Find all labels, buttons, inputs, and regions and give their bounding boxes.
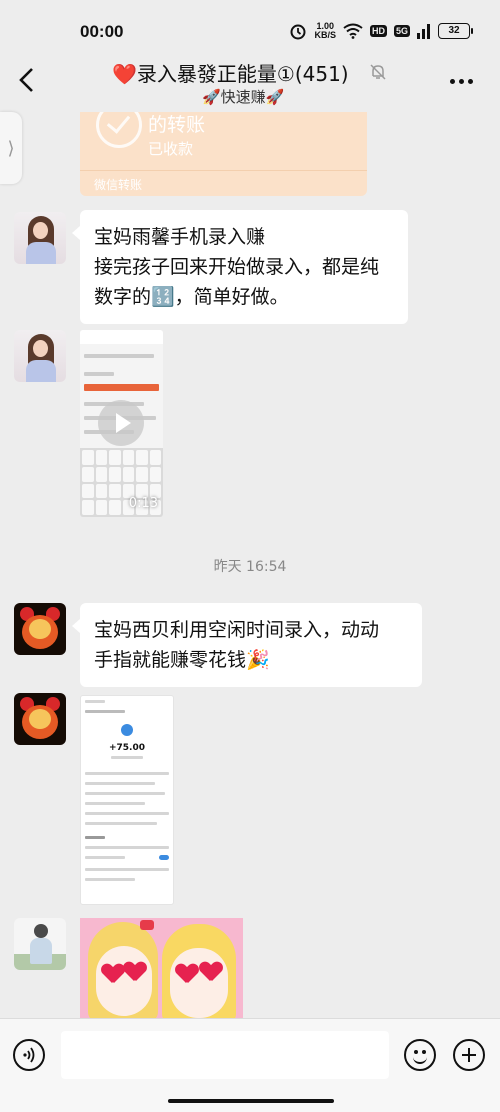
chat-title: ❤️录入暴發正能量①(451) xyxy=(112,62,349,86)
play-icon[interactable] xyxy=(98,400,144,446)
battery-icon: 32 xyxy=(438,23,473,39)
transfer-title: 的转账 xyxy=(148,114,206,136)
transfer-footer: 微信转账 xyxy=(94,178,143,192)
wifi-icon xyxy=(343,23,363,39)
message-line: 接完孩子回来开始做录入，都是纯 xyxy=(94,256,380,278)
back-icon[interactable] xyxy=(16,66,38,94)
message-bubble[interactable]: 宝妈雨馨手机录入赚 接完孩子回来开始做录入，都是纯 数字的🔢，简单好做。 xyxy=(72,210,408,324)
signal-icon xyxy=(417,24,430,39)
message-bubble[interactable]: 宝妈西贝利用空闲时间录入，动动 手指就能赚零花钱🎉 xyxy=(72,603,422,687)
video-duration: 0:13 xyxy=(128,496,158,511)
status-time: 00:00 xyxy=(80,22,124,41)
net-speed: 1.00 KB/S xyxy=(314,22,336,40)
alarm-icon xyxy=(290,24,306,40)
message-input[interactable] xyxy=(61,1031,389,1079)
home-indicator[interactable] xyxy=(168,1099,334,1103)
message-line: 手指就能赚零花钱🎉 xyxy=(94,649,270,671)
image-message[interactable]: +75.00 xyxy=(80,695,174,905)
check-icon xyxy=(96,112,142,148)
mute-bell-icon xyxy=(370,64,386,80)
message-list[interactable]: 的转账 已收款 微信转账 宝妈雨馨手机录入赚 接完孩子回来开始做录入，都是纯 数… xyxy=(0,112,500,1020)
chat-subtitle: 🚀快速赚🚀 xyxy=(202,88,285,106)
transfer-status: 已收款 xyxy=(148,140,194,158)
plus-icon[interactable] xyxy=(453,1039,485,1071)
net-speed-unit: KB/S xyxy=(314,30,336,40)
transfer-card[interactable]: 的转账 已收款 微信转账 xyxy=(80,112,367,196)
divider xyxy=(80,170,367,171)
voice-icon[interactable] xyxy=(13,1039,45,1071)
avatar[interactable] xyxy=(14,330,66,382)
input-bar xyxy=(0,1018,500,1112)
message-line: 数字的🔢，简单好做。 xyxy=(94,286,289,308)
side-drawer-handle[interactable]: ⟩ xyxy=(0,112,22,184)
emoji-icon[interactable] xyxy=(404,1039,436,1071)
video-thumbnail[interactable]: 0:13 xyxy=(80,330,163,517)
avatar[interactable] xyxy=(14,693,66,745)
more-icon[interactable] xyxy=(450,68,476,94)
chat-header: ❤️录入暴發正能量①(451) 🚀快速赚🚀 xyxy=(0,50,500,112)
avatar[interactable] xyxy=(14,603,66,655)
signal-badge: 5G xyxy=(393,25,410,37)
video-frame-button xyxy=(84,384,159,391)
status-icons: 1.00 KB/S HD 5G 32 xyxy=(289,20,473,42)
toggle-switch xyxy=(159,855,169,860)
avatar[interactable] xyxy=(14,918,66,970)
message-line: 宝妈西贝利用空闲时间录入，动动 xyxy=(94,619,380,641)
payment-amount: +75.00 xyxy=(108,743,145,753)
payment-icon xyxy=(121,724,133,736)
message-line: 宝妈雨馨手机录入赚 xyxy=(94,226,266,248)
avatar[interactable] xyxy=(14,212,66,264)
hd-badge: HD xyxy=(369,25,387,37)
sticker-image[interactable] xyxy=(80,918,243,1020)
time-divider: 昨天 16:54 xyxy=(213,559,287,575)
